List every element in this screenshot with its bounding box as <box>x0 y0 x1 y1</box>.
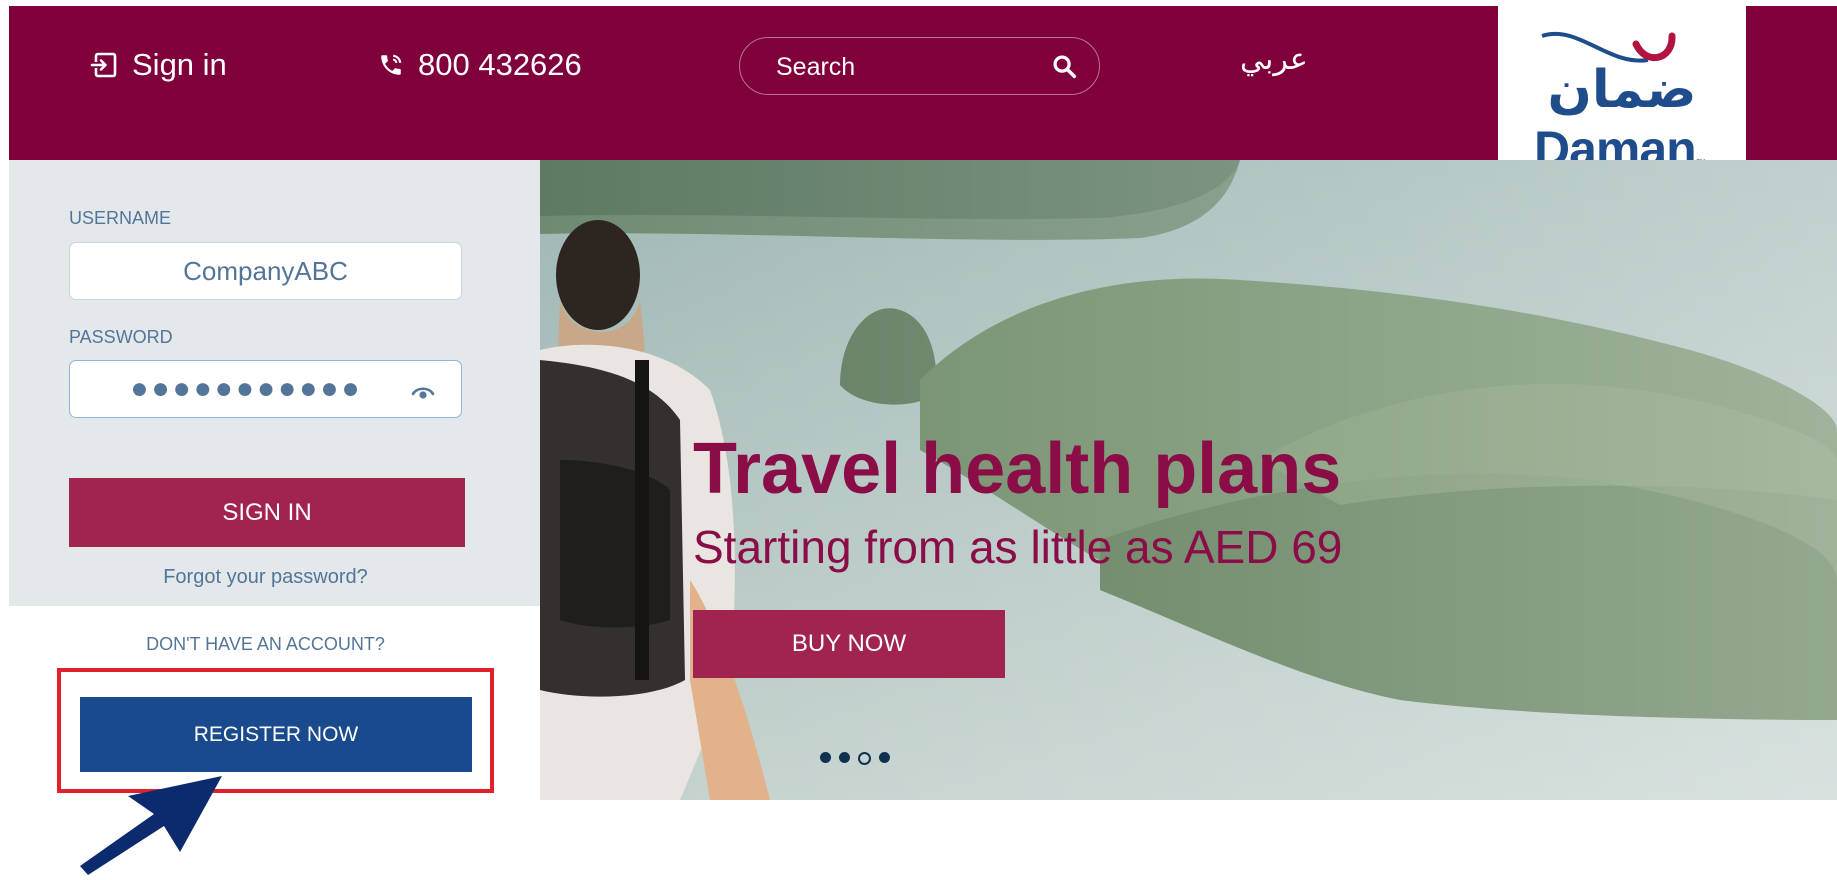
header-phone-link[interactable]: 800 432626 <box>378 45 582 85</box>
no-account-text: DON'T HAVE AN ACCOUNT? <box>146 634 385 654</box>
register-now-button[interactable]: REGISTER NOW <box>80 697 472 772</box>
username-label: USERNAME <box>69 208 172 228</box>
logo-arabic-text: ضمان <box>1547 60 1697 120</box>
carousel-indicators <box>820 752 890 765</box>
buy-now-button[interactable]: BUY NOW <box>693 610 1005 678</box>
hero-title: Travel health plans <box>693 429 1342 509</box>
search-input[interactable] <box>774 48 1038 86</box>
sign-in-button[interactable]: SIGN IN <box>69 478 465 547</box>
username-field[interactable] <box>69 242 462 300</box>
cursor-arrow-icon <box>80 776 222 875</box>
search-icon[interactable] <box>1051 53 1079 81</box>
eye-icon[interactable] <box>410 379 436 405</box>
carousel-dot-2[interactable] <box>839 752 850 763</box>
phone-icon <box>381 54 402 75</box>
phone-number: 800 432626 <box>418 47 582 82</box>
carousel-dot-4[interactable] <box>879 752 890 763</box>
carousel-dot-1[interactable] <box>820 752 831 763</box>
forgot-password-link[interactable]: Forgot your password? <box>0 566 531 589</box>
password-field[interactable] <box>69 360 462 418</box>
password-label: PASSWORD <box>69 327 173 347</box>
hero-banner: Travel health plans Starting from as lit… <box>540 160 1837 800</box>
sign-in-icon <box>90 52 117 78</box>
header-sign-in-link[interactable]: Sign in <box>90 45 227 85</box>
search-box <box>739 37 1100 95</box>
carousel-dot-3-active[interactable] <box>858 752 871 765</box>
hero-subtitle: Starting from as little as AED 69 <box>693 521 1343 573</box>
language-toggle-arabic[interactable]: عربي <box>1240 42 1308 77</box>
sign-in-label: Sign in <box>132 47 227 82</box>
